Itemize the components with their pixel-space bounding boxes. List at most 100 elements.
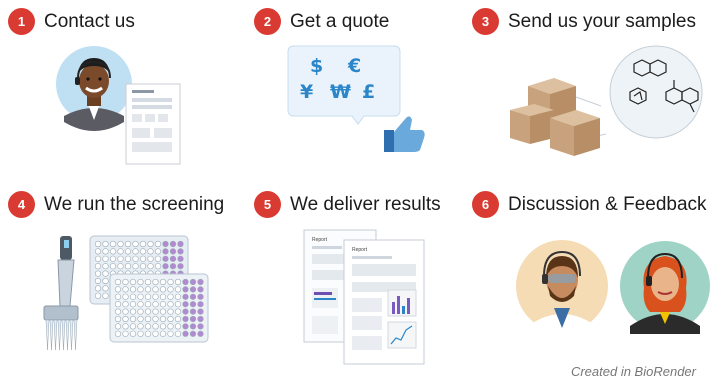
plate-well (102, 255, 109, 262)
plate-well (129, 315, 137, 323)
plate-well (94, 240, 102, 248)
plate-well (114, 293, 122, 300)
biorender-credit: Created in BioRender (570, 364, 696, 379)
plate-well (154, 240, 162, 248)
step-6: 6 Discussion & Feedback (472, 191, 707, 218)
plate-well (124, 263, 132, 270)
plate-well (144, 293, 152, 300)
contact-person-illustration (56, 46, 181, 165)
step-4: 4 We run the screening (8, 191, 224, 218)
plate-well (144, 330, 152, 337)
pipette-and-well-plates-illustration (43, 235, 209, 351)
plate-well (189, 330, 197, 337)
plate-well (197, 330, 204, 337)
plate-well (197, 308, 204, 315)
plate-well (167, 278, 174, 286)
plate-well (129, 301, 137, 308)
plate-well (137, 286, 144, 293)
plate-well (147, 248, 154, 255)
plate-well (137, 278, 144, 286)
plate-well (94, 292, 102, 299)
plate-well (182, 308, 189, 315)
plate-well (129, 308, 137, 315)
pipette-tip (69, 319, 74, 351)
plate-well (159, 323, 167, 330)
plate-well (159, 330, 167, 337)
plate-well (182, 293, 189, 300)
plate-well (122, 301, 129, 308)
step-label: Get a quote (290, 10, 390, 32)
plate-well (102, 270, 109, 277)
plate-well (122, 278, 129, 286)
plate-well (114, 278, 122, 286)
plate-well (114, 330, 122, 337)
plate-well (189, 323, 197, 330)
pipette-tip (57, 319, 62, 351)
step-1: 1 Contact us (8, 8, 135, 35)
plate-well (159, 301, 167, 308)
plate-well (144, 315, 152, 323)
currency-symbol: ¥ (300, 81, 313, 103)
plate-well (137, 315, 144, 323)
plate-well (154, 255, 162, 262)
plate-well (144, 301, 152, 308)
plate-well (152, 330, 159, 337)
plate-well (109, 248, 117, 255)
plate-well (122, 308, 129, 315)
plate-well (129, 286, 137, 293)
step-number-badge: 5 (254, 191, 281, 218)
plate-well (167, 286, 174, 293)
plate-well (117, 240, 124, 248)
plate-well (129, 293, 137, 300)
plate-well (159, 315, 167, 323)
step-number-badge: 3 (472, 8, 499, 35)
plate-well (159, 286, 167, 293)
plate-well (114, 315, 122, 323)
currency-symbol: € (347, 55, 361, 77)
multichannel-pipette-icon (43, 236, 79, 351)
plate-well (102, 240, 109, 248)
plate-well (174, 330, 182, 337)
plate-well (102, 277, 109, 285)
plate-well (167, 293, 174, 300)
plate-well (139, 248, 147, 255)
pipette-tip (73, 319, 78, 351)
plate-well (129, 323, 137, 330)
plate-well (122, 330, 129, 337)
plate-well (114, 323, 122, 330)
svg-text:Report: Report (352, 247, 368, 253)
plate-well (162, 263, 169, 270)
pipette-tip (65, 319, 70, 351)
plate-well (189, 286, 197, 293)
plate-well (144, 308, 152, 315)
plate-well (152, 315, 159, 323)
plate-well (167, 330, 174, 337)
plate-well (197, 278, 204, 286)
plate-well (162, 255, 169, 262)
plate-well (114, 308, 122, 315)
plate-well (137, 293, 144, 300)
plate-well (102, 248, 109, 255)
plate-well (132, 248, 139, 255)
plate-well (182, 278, 189, 286)
plate-well (152, 308, 159, 315)
plate-well (174, 293, 182, 300)
plate-well (94, 248, 102, 255)
report-documents-illustration: Report Report (303, 229, 425, 365)
pipette-tip (49, 319, 54, 351)
plate-well (152, 278, 159, 286)
support-agent-avatar (620, 241, 710, 334)
plate-well (137, 308, 144, 315)
step-label: Send us your samples (508, 10, 696, 32)
plate-well (132, 263, 139, 270)
step-number-badge: 1 (8, 8, 35, 35)
plate-well (117, 263, 124, 270)
plate-well (152, 301, 159, 308)
step-number-badge: 2 (254, 8, 281, 35)
plate-well (182, 330, 189, 337)
scientist-avatar (516, 240, 608, 334)
plate-well (94, 255, 102, 262)
plate-well (152, 323, 159, 330)
currency-symbol: £ (362, 81, 375, 103)
plate-well (159, 308, 167, 315)
